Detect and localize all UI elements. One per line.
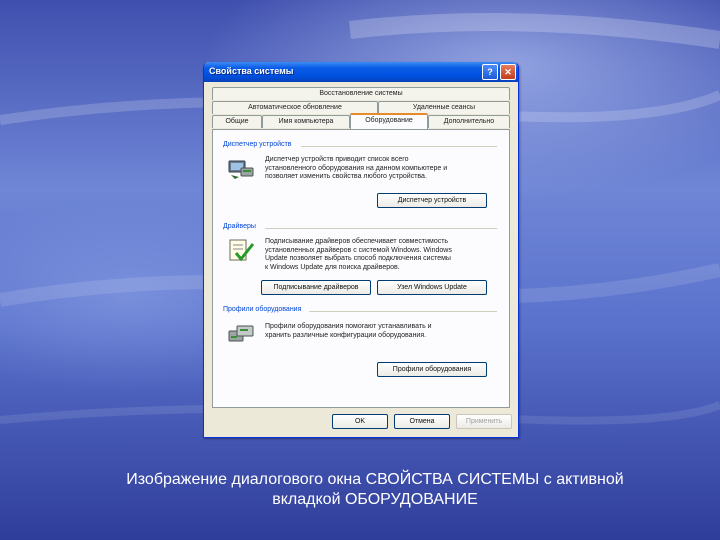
device-manager-button[interactable]: Диспетчер устройств: [377, 193, 487, 208]
text-line: установленных драйверов с системой Windo…: [265, 246, 452, 254]
caption-line-2: вкладкой ОБОРУДОВАНИЕ: [272, 491, 478, 508]
apply-button[interactable]: Применить: [456, 414, 512, 429]
hardware-profiles-group-title: Профили оборудования: [223, 306, 302, 313]
close-button[interactable]: ✕: [500, 64, 516, 80]
tab-general[interactable]: Общие: [212, 115, 262, 128]
device-manager-description: Диспетчер устройств приводит список всег…: [265, 156, 500, 182]
windows-update-button[interactable]: Узел Windows Update: [377, 280, 487, 295]
text-line: к Windows Update для поиска драйверов.: [265, 263, 400, 271]
device-manager-group-title: Диспетчер устройств: [223, 141, 292, 148]
caption-line-1: Изображение диалогового окна СВОЙСТВА СИ…: [126, 471, 624, 488]
text-line: Профили оборудования помогают устанавлив…: [265, 323, 432, 330]
group-divider: [309, 311, 497, 312]
hardware-tab-panel: Диспетчер устройств Диспетчер устройств …: [212, 129, 510, 408]
hardware-profiles-description: Профили оборудования помогают устанавлив…: [265, 323, 500, 340]
device-manager-icon: [228, 160, 254, 179]
group-divider: [301, 146, 497, 147]
tab-hardware[interactable]: Оборудование: [350, 113, 428, 129]
hardware-profiles-icon: [228, 325, 254, 342]
drivers-group-title: Драйверы: [223, 223, 256, 230]
tab-advanced[interactable]: Дополнительно: [428, 115, 510, 128]
text-line: Update позволяет выбрать способ подключе…: [265, 255, 451, 263]
help-button[interactable]: ?: [482, 64, 498, 80]
text-line: хранить различные конфигурации оборудова…: [265, 331, 427, 339]
dialog-title: Свойства системы: [209, 66, 294, 76]
group-divider: [265, 228, 497, 229]
driver-signing-icon: [229, 239, 255, 262]
title-bar[interactable]: Свойства системы ? ✕: [204, 62, 518, 82]
text-line: установленного оборудования на данном ко…: [265, 164, 448, 172]
text-line: Подписывание драйверов обеспечивает совм…: [265, 238, 449, 245]
text-line: Диспетчер устройств приводит список всег…: [265, 156, 409, 163]
cancel-button[interactable]: Отмена: [394, 414, 450, 429]
ok-button[interactable]: OK: [332, 414, 388, 429]
tab-system-restore[interactable]: Восстановление системы: [212, 87, 510, 100]
system-properties-dialog: Свойства системы ? ✕ Восстановление сист…: [203, 62, 519, 438]
hardware-profiles-button[interactable]: Профили оборудования: [377, 362, 487, 377]
drivers-description: Подписывание драйверов обеспечивает совм…: [265, 238, 500, 272]
tab-computer-name[interactable]: Имя компьютера: [262, 115, 350, 128]
driver-signing-button[interactable]: Подписывание драйверов: [261, 280, 371, 295]
text-line: позволяет изменить свойства любого устро…: [265, 173, 427, 181]
slide-caption: Изображение диалогового окна СВОЙСТВА СИ…: [60, 470, 690, 510]
